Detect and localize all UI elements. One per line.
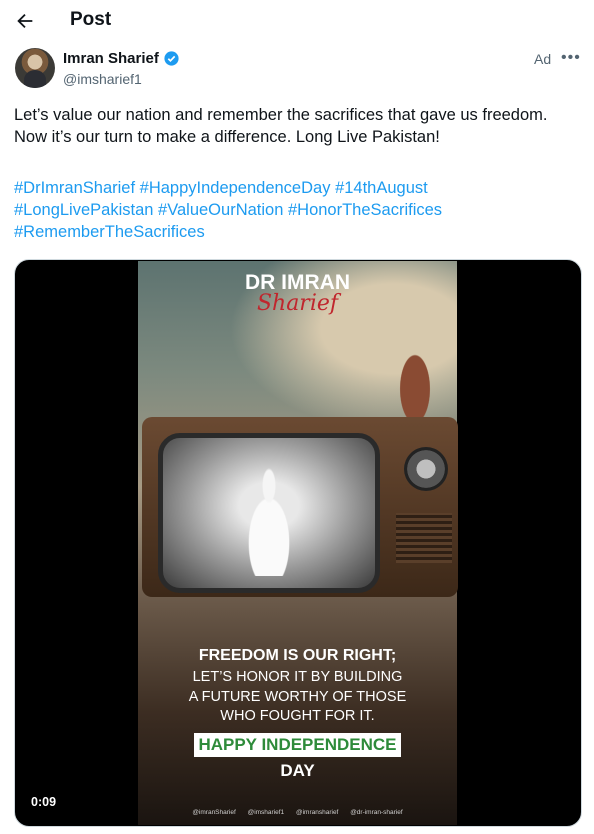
happy-banner: HAPPY INDEPENDENCE: [138, 733, 457, 757]
video-logo-script: Sharief: [256, 291, 339, 316]
hashtag-link[interactable]: #ValueOurNation: [158, 201, 283, 219]
instagram-handle: @imransharief: [296, 809, 339, 816]
happy-independence-label: HAPPY INDEPENDENCE: [194, 733, 401, 757]
day-label: DAY: [280, 761, 315, 780]
hashtag-line: #LongLivePakistan #ValueOurNation #Honor…: [14, 199, 584, 221]
hashtag-link[interactable]: #14thAugust: [335, 179, 428, 197]
back-button[interactable]: [12, 8, 38, 34]
hashtags: #DrImranSharief #HappyIndependenceDay #1…: [14, 177, 584, 243]
social-handles: @imranSharief @imsharief1 @imransharief …: [138, 809, 457, 816]
post-text: Let’s value our nation and remember the …: [14, 104, 584, 148]
page-title: Post: [70, 9, 112, 30]
video-elapsed-time: 0:09: [31, 795, 57, 809]
verified-badge-icon: [164, 51, 179, 66]
tv-knob: [404, 447, 448, 491]
tv-screen: [158, 433, 380, 593]
hashtag-line: #DrImranSharief #HappyIndependenceDay #1…: [14, 177, 584, 199]
vase-image: [392, 337, 438, 417]
video-caption-line: WHO FOUGHT FOR IT.: [220, 708, 375, 724]
hashtag-link[interactable]: #HonorTheSacrifices: [288, 201, 442, 219]
more-options-icon[interactable]: •••: [561, 49, 581, 67]
hashtag-link[interactable]: #HappyIndependenceDay: [140, 179, 331, 197]
facebook-handle: @imranSharief: [192, 809, 236, 816]
hashtag-line: #RememberTheSacrifices: [14, 221, 584, 243]
video-frame[interactable]: DR IMRAN Sharief FREEDOM IS OUR RIGHT; L…: [138, 261, 458, 825]
hashtag-link[interactable]: #LongLivePakistan: [14, 201, 153, 219]
video-caption-body: LET’S HONOR IT BY BUILDING A FUTURE WORT…: [138, 668, 457, 727]
hashtag-link[interactable]: #DrImranSharief: [14, 179, 135, 197]
avatar[interactable]: [15, 48, 55, 88]
video-player[interactable]: DR IMRAN Sharief FREEDOM IS OUR RIGHT; L…: [14, 259, 582, 827]
tv-speaker-grille: [396, 513, 452, 563]
author-handle[interactable]: @imsharief1: [63, 71, 142, 87]
hashtag-link[interactable]: #RememberTheSacrifices: [14, 223, 205, 241]
twitter-handle: @imsharief1: [247, 809, 285, 816]
ad-label: Ad: [534, 51, 552, 67]
video-caption-line: A FUTURE WORTHY OF THOSE: [188, 688, 407, 705]
linkedin-handle: @dr-imran-sharief: [350, 809, 403, 816]
video-caption-headline: FREEDOM IS OUR RIGHT;: [198, 647, 397, 664]
video-caption-line: LET’S HONOR IT BY BUILDING: [192, 669, 403, 685]
arrow-left-icon: [17, 13, 33, 29]
post-header: Post: [0, 0, 594, 42]
post-text-line: Let’s value our nation and remember the …: [14, 106, 548, 124]
speaker-figure: [234, 466, 304, 576]
author-name[interactable]: Imran Sharief: [63, 50, 180, 67]
author-name-label: Imran Sharief: [63, 50, 159, 67]
television-image: [142, 417, 458, 597]
post-text-line: Now it’s our turn to make a difference. …: [14, 128, 440, 146]
